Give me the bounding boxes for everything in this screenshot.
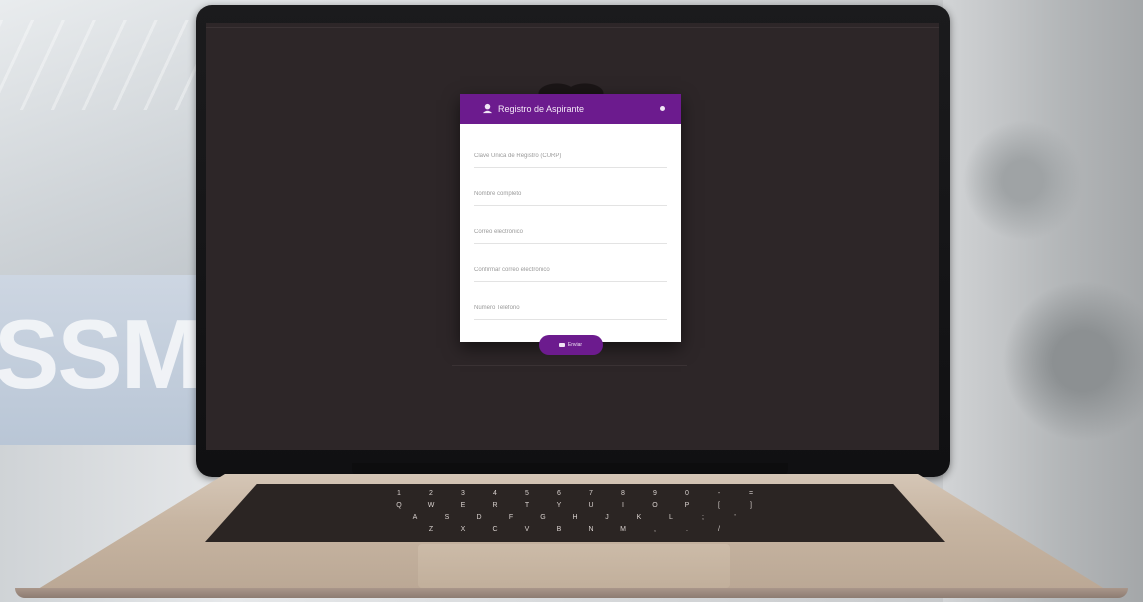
keyboard-key[interactable]: K — [623, 514, 655, 521]
keyboard-key[interactable]: F — [495, 514, 527, 521]
keyboard-key[interactable]: W — [415, 502, 447, 509]
keyboard-key[interactable]: 4 — [479, 490, 511, 497]
keyboard-key[interactable]: 1 — [383, 490, 415, 497]
keyboard-key[interactable]: 2 — [415, 490, 447, 497]
keyboard-row-3: A S D F G H J K L; ' — [205, 514, 945, 521]
keyboard: 1 2 3 4 5 6 7 8 9 0- = Q W E R T Y U I O P[] A S D F G H J K L; ' ZX… — [205, 484, 945, 542]
keyboard-row-4: Z X C V B N M,. / — [205, 526, 945, 533]
keyboard-key[interactable]: Z — [415, 526, 447, 533]
background-roof — [0, 20, 220, 110]
send-icon — [558, 343, 565, 347]
laptop-screen: Registro de Aspirante Enviar — [206, 23, 939, 450]
screen-top-divider — [206, 27, 939, 28]
keyboard-key[interactable]: X — [447, 526, 479, 533]
confirm-email-input[interactable] — [474, 258, 667, 282]
full-name-input[interactable] — [474, 182, 667, 206]
keyboard-key[interactable]: A — [399, 514, 431, 521]
keyboard-key[interactable]: 5 — [511, 490, 543, 497]
keyboard-key[interactable]: 7 — [575, 490, 607, 497]
send-button-label: Enviar — [567, 342, 583, 348]
keyboard-key[interactable]: 3 — [447, 490, 479, 497]
keyboard-key[interactable]: 6 — [543, 490, 575, 497]
keyboard-key[interactable]: G — [527, 514, 559, 521]
keyboard-key[interactable]: ] — [735, 502, 767, 509]
keyboard-key[interactable]: ; — [687, 514, 719, 521]
keyboard-key[interactable]: B — [543, 526, 575, 533]
keyboard-key[interactable]: P — [671, 502, 703, 509]
keyboard-key[interactable]: = — [735, 490, 767, 497]
screen-bottom-divider — [452, 365, 687, 366]
keyboard-key[interactable]: C — [479, 526, 511, 533]
keyboard-key[interactable]: I — [607, 502, 639, 509]
trackpad[interactable] — [418, 544, 730, 588]
keyboard-key[interactable]: Q — [383, 502, 415, 509]
phone-input[interactable] — [474, 296, 667, 320]
keyboard-key[interactable]: T — [511, 502, 543, 509]
keyboard-key[interactable]: J — [591, 514, 623, 521]
keyboard-key[interactable]: L — [655, 514, 687, 521]
keyboard-key[interactable]: - — [703, 490, 735, 497]
keyboard-key[interactable]: D — [463, 514, 495, 521]
laptop-base: 1 2 3 4 5 6 7 8 9 0- = Q W E R T Y U I O P[] A S D F G H J K L; ' ZX… — [0, 474, 1143, 602]
registration-modal: Registro de Aspirante Enviar — [460, 94, 681, 355]
keyboard-key[interactable]: R — [479, 502, 511, 509]
email-input[interactable] — [474, 220, 667, 244]
modal-title: Registro de Aspirante — [498, 104, 585, 114]
modal-header: Registro de Aspirante — [460, 94, 681, 124]
keyboard-key[interactable]: O — [639, 502, 671, 509]
keyboard-key[interactable]: , — [639, 526, 671, 533]
keyboard-row-1: 1 2 3 4 5 6 7 8 9 0- = — [205, 490, 945, 497]
keyboard-key[interactable]: V — [511, 526, 543, 533]
keyboard-row-2: Q W E R T Y U I O P[] — [205, 502, 945, 509]
close-icon[interactable] — [660, 106, 665, 111]
keyboard-key[interactable]: / — [703, 526, 735, 533]
background-sign-text: SSM — [0, 299, 202, 409]
keyboard-key[interactable]: [ — [703, 502, 735, 509]
keyboard-key[interactable]: . — [671, 526, 703, 533]
keyboard-key[interactable]: 9 — [639, 490, 671, 497]
keyboard-key[interactable]: H — [559, 514, 591, 521]
keyboard-key[interactable]: 0 — [671, 490, 703, 497]
keyboard-key[interactable]: E — [447, 502, 479, 509]
laptop-base-edge — [15, 588, 1128, 598]
keyboard-key[interactable]: Y — [543, 502, 575, 509]
button-row: Enviar — [474, 334, 667, 355]
send-button[interactable]: Enviar — [538, 335, 603, 355]
user-icon — [482, 103, 493, 114]
keyboard-key[interactable]: M — [607, 526, 639, 533]
keyboard-key[interactable]: 8 — [607, 490, 639, 497]
keyboard-key[interactable]: N — [575, 526, 607, 533]
keyboard-key[interactable]: U — [575, 502, 607, 509]
modal-body: Enviar — [460, 124, 681, 355]
curp-input[interactable] — [474, 144, 667, 168]
keyboard-key[interactable]: ' — [719, 514, 751, 521]
keyboard-key[interactable]: S — [431, 514, 463, 521]
